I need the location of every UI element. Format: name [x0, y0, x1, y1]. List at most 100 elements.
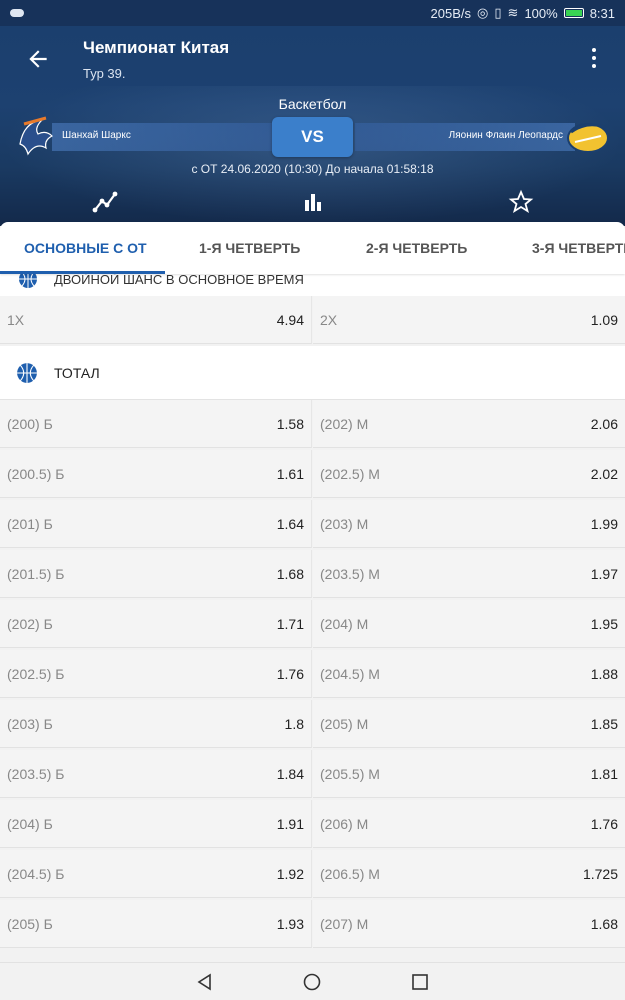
- bar-chart-icon[interactable]: [299, 188, 327, 216]
- active-tab-indicator: [0, 271, 165, 274]
- double-chance-header[interactable]: ДВОЙНОЙ ШАНС В ОСНОВНОЕ ВРЕМЯ: [0, 274, 625, 296]
- odds-cell-under[interactable]: (204) М 1.95: [313, 600, 625, 648]
- odds-value: 2.02: [590, 465, 618, 482]
- nav-home-icon[interactable]: [303, 973, 321, 991]
- sport-label: Баскетбол: [278, 96, 347, 112]
- double-chance-title: ДВОЙНОЙ ШАНС В ОСНОВНОЕ ВРЕМЯ: [54, 274, 304, 287]
- odds-cell-under[interactable]: (205.5) М 1.81: [313, 750, 625, 798]
- match-start-time: с ОТ 24.06.2020 (10:30) До начала 01:58:…: [191, 162, 434, 176]
- odds-cell-over[interactable]: (203) Б 1.8: [0, 700, 312, 748]
- odds-value: 1.93: [276, 915, 304, 932]
- odds-value: 1.09: [590, 311, 618, 328]
- outcome-label: (205) Б: [7, 915, 53, 932]
- location-icon: ◎: [477, 5, 489, 20]
- odds-cell-over[interactable]: (203.5) Б 1.84: [0, 750, 312, 798]
- outcome-label: (204.5) Б: [7, 865, 65, 882]
- odds-cell-under[interactable]: (206.5) М 1.725: [313, 850, 625, 898]
- odds-value: 1.91: [276, 815, 304, 832]
- home-team-logo: [19, 116, 54, 156]
- total-row: (201) Б 1.64 (203) М 1.99: [0, 500, 625, 550]
- odds-cell-over[interactable]: (201) Б 1.64: [0, 500, 312, 548]
- wifi-icon: ≋: [507, 5, 519, 20]
- outcome-label: (201) Б: [7, 515, 53, 532]
- outcome-label: (202) М: [320, 415, 369, 432]
- odds-value: 1.76: [590, 815, 618, 832]
- outcome-label: (200) Б: [7, 415, 53, 432]
- tab-quarter-3[interactable]: 3-Я ЧЕТВЕРТЬ: [532, 240, 625, 256]
- odds-value: 1.88: [590, 665, 618, 682]
- odds-cell-over[interactable]: (200) Б 1.58: [0, 400, 312, 448]
- odds-cell-under[interactable]: (203) М 1.99: [313, 500, 625, 548]
- outcome-label: (206.5) М: [320, 865, 380, 882]
- odds-cell-over[interactable]: (204) Б 1.91: [0, 800, 312, 848]
- double-chance-row: 1X 4.94 2X 1.09: [0, 296, 625, 346]
- odds-value: 1.61: [276, 465, 304, 482]
- outcome-label: (204) Б: [7, 815, 53, 832]
- odds-value: 1.76: [276, 665, 304, 682]
- outcome-label: (205) М: [320, 715, 369, 732]
- outcome-label: (204) М: [320, 615, 369, 632]
- odds-value: 1.8: [284, 715, 304, 732]
- system-nav-bar: [0, 962, 625, 1000]
- back-arrow-icon[interactable]: [24, 46, 52, 72]
- odds-value: 1.68: [276, 565, 304, 582]
- more-vert-icon[interactable]: [591, 48, 597, 68]
- odds-value: 4.94: [276, 311, 304, 328]
- odds-cell-1x[interactable]: 1X 4.94: [0, 296, 312, 344]
- line-chart-icon[interactable]: [91, 188, 119, 216]
- odds-cell-under[interactable]: (202.5) М 2.02: [313, 450, 625, 498]
- odds-cell-under[interactable]: (204.5) М 1.88: [313, 650, 625, 698]
- total-row: (201.5) Б 1.68 (203.5) М 1.97: [0, 550, 625, 600]
- total-row: (204) Б 1.91 (206) М 1.76: [0, 800, 625, 850]
- total-group-header[interactable]: ТОТАЛ: [0, 346, 625, 400]
- star-icon[interactable]: [507, 188, 535, 216]
- odds-cell-over[interactable]: (202) Б 1.71: [0, 600, 312, 648]
- odds-value: 1.725: [582, 865, 618, 882]
- odds-value: 1.99: [590, 515, 618, 532]
- odds-cell-under[interactable]: (202) М 2.06: [313, 400, 625, 448]
- outcome-label: (206) М: [320, 815, 369, 832]
- cloud-icon: [10, 9, 24, 17]
- odds-cell-under[interactable]: (203.5) М 1.97: [313, 550, 625, 598]
- match-header: Чемпионат Китая Тур 39. Баскетбол Шанхай…: [0, 26, 625, 226]
- odds-cell-2x[interactable]: 2X 1.09: [313, 296, 625, 344]
- vibrate-icon: ▯: [494, 5, 502, 20]
- total-row: (204.5) Б 1.92 (206.5) М 1.725: [0, 850, 625, 900]
- total-row: (202) Б 1.71 (204) М 1.95: [0, 600, 625, 650]
- outcome-label: (204.5) М: [320, 665, 380, 682]
- odds-cell-over[interactable]: (200.5) Б 1.61: [0, 450, 312, 498]
- tab-quarter-1[interactable]: 1-Я ЧЕТВЕРТЬ: [199, 240, 300, 256]
- nav-back-icon[interactable]: [196, 973, 214, 991]
- odds-cell-over[interactable]: (204.5) Б 1.92: [0, 850, 312, 898]
- home-team-name: Шанхай Шаркс: [62, 130, 131, 141]
- odds-cell-under[interactable]: (206) М 1.76: [313, 800, 625, 848]
- odds-value: 2.06: [590, 415, 618, 432]
- odds-value: 1.95: [590, 615, 618, 632]
- odds-list[interactable]: ДВОЙНОЙ ШАНС В ОСНОВНОЕ ВРЕМЯ 1X 4.94 2X…: [0, 274, 625, 962]
- basketball-icon: [17, 362, 37, 383]
- odds-value: 1.64: [276, 515, 304, 532]
- away-team-logo: [567, 123, 609, 153]
- odds-cell-under[interactable]: (207) М 1.68: [313, 900, 625, 948]
- odds-value: 1.81: [590, 765, 618, 782]
- odds-cell-under[interactable]: (205) М 1.85: [313, 700, 625, 748]
- odds-cell-over[interactable]: (201.5) Б 1.68: [0, 550, 312, 598]
- odds-value: 1.71: [276, 615, 304, 632]
- odds-value: 1.68: [590, 915, 618, 932]
- tab-main-ot[interactable]: ОСНОВНЫЕ С ОТ: [24, 240, 147, 256]
- odds-cell-over[interactable]: (202.5) Б 1.76: [0, 650, 312, 698]
- odds-value: 1.85: [590, 715, 618, 732]
- nav-recents-icon[interactable]: [411, 973, 429, 991]
- battery-level: 100%: [524, 5, 558, 21]
- vs-badge: VS: [272, 117, 353, 157]
- tab-quarter-2[interactable]: 2-Я ЧЕТВЕРТЬ: [366, 240, 467, 256]
- page-title: Чемпионат Китая: [83, 38, 230, 57]
- odds-cell-over[interactable]: (205) Б 1.93: [0, 900, 312, 948]
- total-row: (200) Б 1.58 (202) М 2.06: [0, 400, 625, 450]
- total-row: (202.5) Б 1.76 (204.5) М 1.88: [0, 650, 625, 700]
- total-row: (205) Б 1.93 (207) М 1.68: [0, 900, 625, 950]
- outcome-label: (202.5) М: [320, 465, 380, 482]
- outcome-label: (205.5) М: [320, 765, 380, 782]
- away-team-name: Ляонин Флаин Леопардс: [448, 130, 563, 141]
- outcome-label: (203.5) Б: [7, 765, 65, 782]
